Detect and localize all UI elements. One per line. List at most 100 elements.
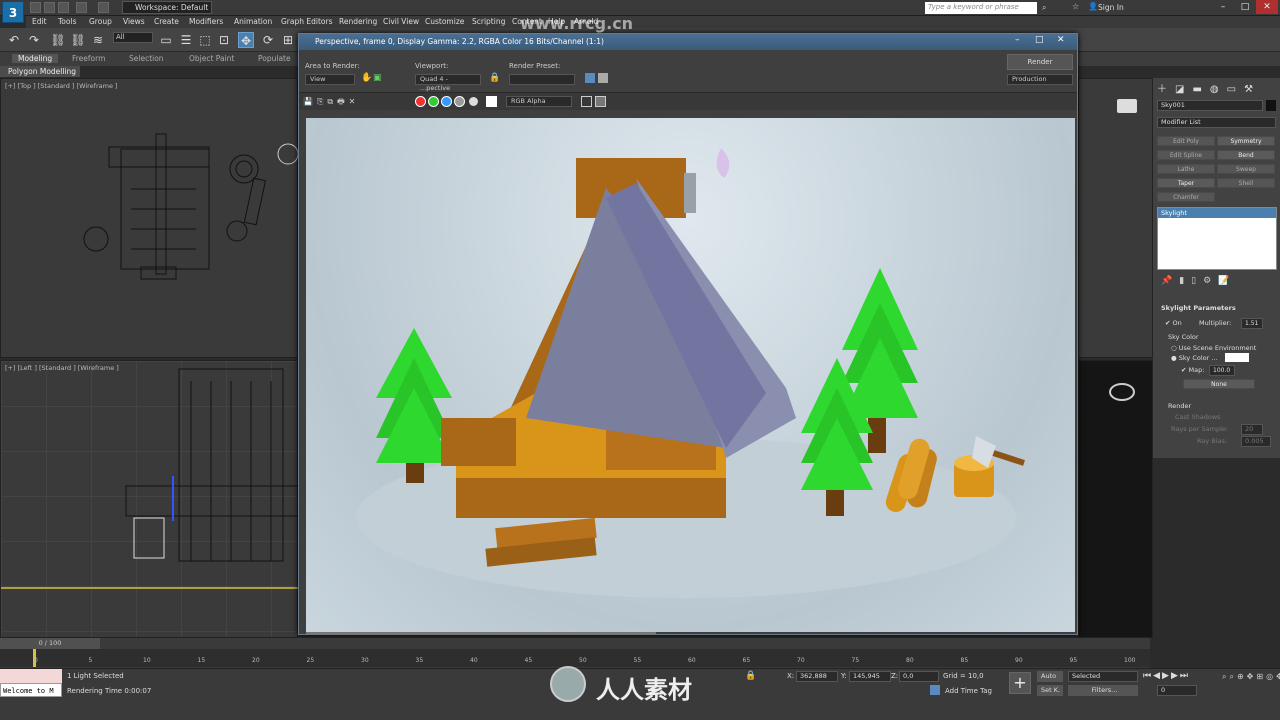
skylight-parameters-rollout[interactable]: Skylight Parameters <box>1161 304 1236 312</box>
viewport-camera[interactable] <box>1078 360 1153 638</box>
tab-modeling[interactable]: Modeling <box>12 54 59 63</box>
symmetry-button[interactable]: Symmetry <box>1217 136 1275 146</box>
modifier-stack[interactable]: Skylight <box>1157 207 1277 270</box>
open-file-icon[interactable] <box>44 2 55 13</box>
map-checkbox[interactable]: ✔ Map: <box>1181 366 1204 374</box>
render-window-maximize[interactable]: □ <box>1035 35 1044 45</box>
rays-per-sample-spinner[interactable]: 20 <box>1241 424 1263 435</box>
set-key-button[interactable]: Set K. <box>1037 685 1063 696</box>
time-slider[interactable]: 0 / 100 <box>0 638 100 649</box>
taper-button[interactable]: Taper <box>1157 178 1215 188</box>
edit-poly-button[interactable]: Edit Poly <box>1157 136 1215 146</box>
x-coord-field[interactable]: 362,888 <box>796 671 838 682</box>
alpha-channel-icon[interactable] <box>454 96 465 107</box>
search-input[interactable]: Type a keyword or phrase <box>925 2 1037 14</box>
edit-spline-button[interactable]: Edit Spline <box>1157 150 1215 160</box>
sweep-button[interactable]: Sweep <box>1217 164 1275 174</box>
object-name-field[interactable]: Sky001 <box>1157 100 1263 111</box>
cast-shadows-checkbox[interactable]: Cast Shadows <box>1175 413 1221 421</box>
save-file-icon[interactable] <box>58 2 69 13</box>
z-coord-field[interactable]: 0,0 <box>899 671 939 682</box>
modifier-list-dropdown[interactable]: Modifier List <box>1157 117 1276 128</box>
tab-populate[interactable]: Populate <box>258 54 291 63</box>
app-logo-icon[interactable]: 3 <box>2 1 24 23</box>
menu-views[interactable]: Views <box>123 16 145 28</box>
star-icon[interactable]: ☆ <box>1072 2 1079 11</box>
undo-icon[interactable]: ↶ <box>6 32 22 48</box>
menu-edit[interactable]: Edit <box>32 16 47 28</box>
green-channel-icon[interactable] <box>428 96 439 107</box>
workspace-dropdown[interactable]: Workspace: Default <box>122 1 212 14</box>
chamfer-button[interactable]: Chamfer <box>1157 192 1215 202</box>
close-button[interactable]: ✕ <box>1256 0 1278 14</box>
menu-customize[interactable]: Customize <box>425 16 464 28</box>
time-tag-icon[interactable] <box>930 685 940 695</box>
bind-spacewarp-icon[interactable]: ≋ <box>90 32 106 48</box>
unlink-icon[interactable]: ⛓ <box>70 32 86 48</box>
menu-group[interactable]: Group <box>89 16 112 28</box>
lock-selection-icon[interactable]: 🔒 <box>745 671 756 681</box>
map-none-button[interactable]: None <box>1183 379 1255 389</box>
tab-object-paint[interactable]: Object Paint <box>189 54 234 63</box>
sky-color-swatch[interactable] <box>1225 353 1249 362</box>
select-by-name-icon[interactable]: ☰ <box>178 32 194 48</box>
bend-button[interactable]: Bend <box>1217 150 1275 160</box>
use-scene-env-radio[interactable]: ○ Use Scene Environment <box>1171 344 1256 352</box>
viewport-left[interactable]: [+] [Left ] [Standard ] [Wireframe ] <box>0 360 299 638</box>
tab-selection[interactable]: Selection <box>129 54 164 63</box>
production-dropdown[interactable]: Production <box>1007 74 1073 85</box>
undo-icon[interactable] <box>76 2 87 13</box>
rect-selection-icon[interactable]: ⬚ <box>197 32 213 48</box>
shell-button[interactable]: Shell <box>1217 178 1275 188</box>
menu-tools[interactable]: Tools <box>58 16 76 28</box>
scale-icon[interactable]: ⊞ <box>280 32 296 48</box>
key-filters-button[interactable]: Filters... <box>1068 685 1138 696</box>
monochrome-icon[interactable] <box>469 97 478 106</box>
maxscript-listener[interactable]: Welcome to M <box>0 683 62 697</box>
lathe-button[interactable]: Lathe <box>1157 164 1215 174</box>
render-preset-dropdown[interactable] <box>509 74 575 85</box>
selection-filter-dropdown[interactable]: All <box>113 32 153 43</box>
add-time-tag[interactable]: Add Time Tag <box>945 687 992 695</box>
region-hand-icon[interactable]: ✋ <box>361 73 372 83</box>
polygon-modelling-tab[interactable]: Polygon Modelling <box>0 66 80 77</box>
y-coord-field[interactable]: 145,945 <box>849 671 891 682</box>
menu-scripting[interactable]: Scripting <box>472 16 505 28</box>
menu-content[interactable]: Content <box>512 16 542 28</box>
maximize-button[interactable]: □ <box>1234 0 1256 14</box>
render-window-minimize[interactable]: – <box>1015 35 1020 45</box>
set-key-plus-icon[interactable]: + <box>1009 672 1031 694</box>
viewport-perspective[interactable] <box>1078 78 1153 358</box>
on-checkbox[interactable]: ✔ On <box>1165 319 1182 327</box>
select-object-icon[interactable]: ▭ <box>158 32 174 48</box>
environment-icon[interactable] <box>598 73 608 83</box>
viewport-top[interactable]: [+] [Top ] [Standard ] [Wireframe ] <box>0 78 299 358</box>
viewport-dropdown[interactable]: Quad 4 - ...pective <box>415 74 481 92</box>
selected-dropdown[interactable]: Selected <box>1068 671 1138 682</box>
current-frame-field[interactable]: 0 <box>1157 685 1197 696</box>
object-color-swatch[interactable] <box>1266 100 1276 111</box>
stack-tools-icon[interactable]: 📌▮▯⚙📝 <box>1161 276 1236 286</box>
menu-arnold[interactable]: Arnold <box>574 16 598 28</box>
channel-dropdown[interactable]: RGB Alpha <box>506 96 572 107</box>
menu-rendering[interactable]: Rendering <box>339 16 377 28</box>
blue-channel-icon[interactable] <box>441 96 452 107</box>
menu-create[interactable]: Create <box>154 16 179 28</box>
display-alt-icon[interactable] <box>595 96 606 107</box>
window-crossing-icon[interactable]: ⊡ <box>216 32 232 48</box>
save-copy-print-icon[interactable]: 💾⎘⧉🖶✕ <box>303 96 359 110</box>
render-window-close[interactable]: ✕ <box>1057 35 1065 45</box>
map-amount-spinner[interactable]: 100.0 <box>1209 365 1235 376</box>
auto-key-button[interactable]: Auto <box>1037 671 1063 682</box>
sign-in-link[interactable]: Sign In <box>1098 3 1124 12</box>
redo-icon[interactable]: ↷ <box>26 32 42 48</box>
menu-civil-view[interactable]: Civil View <box>383 16 419 28</box>
rotate-icon[interactable]: ⟳ <box>260 32 276 48</box>
sky-color-radio[interactable]: ● Sky Color ... <box>1171 354 1218 362</box>
tab-freeform[interactable]: Freeform <box>72 54 105 63</box>
maxscript-listener-top[interactable] <box>0 669 62 683</box>
minimize-button[interactable]: – <box>1212 0 1234 14</box>
area-to-render-dropdown[interactable]: View <box>305 74 355 85</box>
lock-icon[interactable]: 🔒 <box>489 73 500 83</box>
render-button[interactable]: Render <box>1007 54 1073 70</box>
